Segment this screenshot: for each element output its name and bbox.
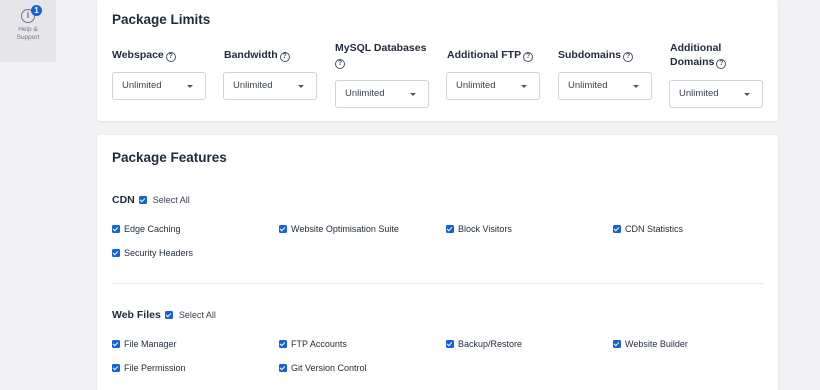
section-web-files-title: Web Files Select All (112, 308, 216, 322)
chevron-down-icon (410, 93, 416, 96)
bandwidth-select[interactable]: Unlimited (223, 72, 317, 100)
webspace-label: Webspace? (112, 48, 176, 62)
webspace-select[interactable]: Unlimited (112, 72, 206, 100)
package-features-title: Package Features (112, 150, 227, 165)
checkbox-checked-icon (446, 225, 454, 233)
checkbox-checked-icon[interactable] (164, 311, 173, 319)
help-circle-icon[interactable]: ? (335, 59, 345, 69)
additional-ftp-label: Additional FTP? (447, 48, 534, 62)
subdomains-label: Subdomains? (558, 48, 634, 62)
checkbox-cdn-statistics[interactable]: CDN Statistics (613, 223, 683, 235)
checkbox-backup-restore[interactable]: Backup/Restore (446, 338, 522, 350)
checkbox-file-permission[interactable]: File Permission (112, 362, 186, 374)
notification-badge: 1 (31, 5, 42, 16)
checkbox-ftp-accounts[interactable]: FTP Accounts (279, 338, 347, 350)
checkbox-checked-icon (446, 340, 454, 348)
help-circle-icon[interactable]: ? (523, 52, 534, 62)
help-circle-icon[interactable]: ? (165, 52, 176, 62)
chevron-down-icon (633, 85, 639, 88)
checkbox-website-optimisation-suite[interactable]: Website Optimisation Suite (279, 223, 399, 235)
help-circle-icon[interactable]: ? (716, 59, 727, 69)
chevron-down-icon (187, 85, 193, 88)
left-rail: i 1 Help & Support (0, 0, 56, 62)
chevron-down-icon (521, 85, 527, 88)
help-circle-icon[interactable]: ? (623, 52, 634, 62)
select-all-cdn[interactable]: Select All (153, 193, 190, 207)
package-limits-title: Package Limits (112, 12, 211, 27)
mysql-databases-select[interactable]: Unlimited (335, 80, 429, 108)
checkbox-edge-caching[interactable]: Edge Caching (112, 223, 181, 235)
checkbox-checked-icon (279, 225, 287, 233)
checkbox-checked-icon (279, 340, 287, 348)
checkbox-security-headers[interactable]: Security Headers (112, 247, 193, 259)
checkbox-block-visitors[interactable]: Block Visitors (446, 223, 512, 235)
subdomains-select[interactable]: Unlimited (558, 72, 652, 100)
additional-ftp-select[interactable]: Unlimited (446, 72, 540, 100)
help-support-button[interactable]: i 1 Help & Support (6, 5, 50, 41)
checkbox-checked-icon (279, 364, 287, 372)
help-circle-icon[interactable]: ? (279, 52, 290, 62)
package-features-card: Package Features CDN Select All Edge Cach… (97, 135, 778, 390)
chevron-down-icon (744, 93, 750, 96)
bandwidth-label: Bandwidth? (224, 48, 290, 62)
section-cdn-title: CDN Select All (112, 193, 190, 207)
section-divider (112, 283, 763, 284)
package-limits-card: Package Limits Webspace? Unlimited Bandw… (97, 0, 778, 121)
additional-domains-label: Additional Domains? (670, 41, 750, 69)
checkbox-checked-icon (112, 364, 120, 372)
chevron-down-icon (298, 85, 304, 88)
mysql-databases-label: MySQL Databases? (335, 42, 427, 69)
checkbox-file-manager[interactable]: File Manager (112, 338, 177, 350)
checkbox-checked-icon[interactable] (138, 196, 147, 204)
additional-domains-select[interactable]: Unlimited (669, 80, 763, 108)
checkbox-website-builder[interactable]: Website Builder (613, 338, 688, 350)
checkbox-git-version-control[interactable]: Git Version Control (279, 362, 367, 374)
info-icon: i 1 (21, 5, 42, 23)
help-support-label: Help & Support (16, 26, 40, 41)
checkbox-checked-icon (112, 225, 120, 233)
checkbox-checked-icon (613, 340, 621, 348)
checkbox-checked-icon (613, 225, 621, 233)
checkbox-checked-icon (112, 249, 120, 257)
select-all-web-files[interactable]: Select All (179, 308, 216, 322)
checkbox-checked-icon (112, 340, 120, 348)
